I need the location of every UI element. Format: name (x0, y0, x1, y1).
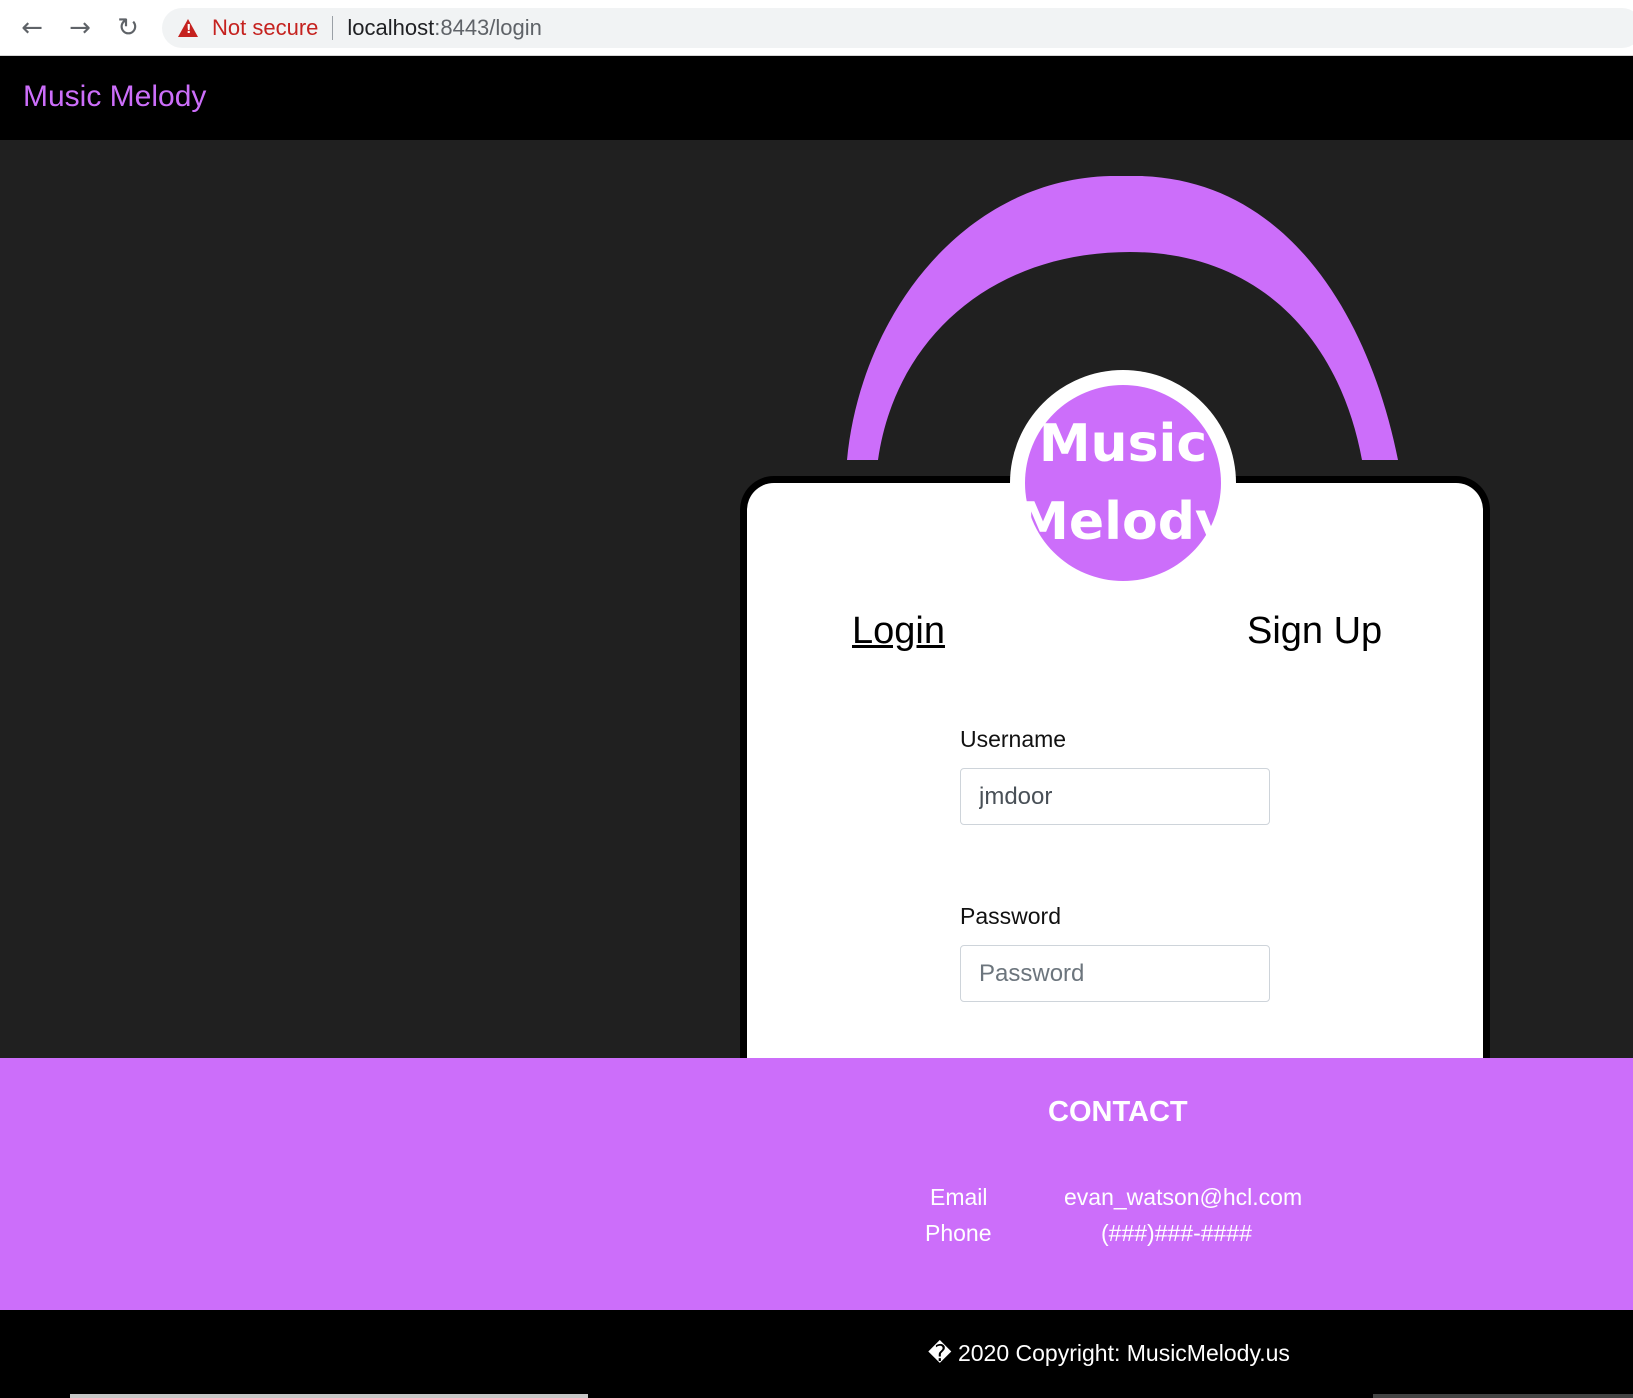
url-path: :8443/login (434, 15, 542, 40)
omnibox-divider (332, 16, 334, 40)
tab-login[interactable]: Login (852, 610, 945, 653)
reload-icon[interactable]: ↻ (110, 10, 146, 46)
copyright-bar: � 2020 Copyright: MusicMelody.us (0, 1310, 1633, 1398)
contact-title: CONTACT (1048, 1096, 1188, 1128)
app-navbar: Music Melody (0, 56, 1633, 140)
horizontal-scrollbar-thumb[interactable] (70, 1394, 588, 1398)
username-input[interactable] (960, 768, 1270, 825)
phone-value: (###)###-#### (1101, 1220, 1252, 1246)
contact-footer: CONTACT Email evan_watson@hcl.com Phone … (0, 1058, 1633, 1310)
main-content: Music Melody Login Sign Up Username Pass… (0, 140, 1633, 1116)
back-arrow-icon[interactable]: ← (14, 10, 50, 46)
music-melody-logo: Music Melody (1017, 385, 1229, 581)
copyright-text: � 2020 Copyright: MusicMelody.us (928, 1340, 1290, 1366)
email-label: Email (930, 1184, 988, 1210)
url-host: localhost (347, 15, 435, 40)
username-label: Username (960, 726, 1067, 752)
forward-arrow-icon[interactable]: → (62, 10, 98, 46)
browser-toolbar: ← → ↻ Not secure localhost:8443/login (0, 0, 1633, 56)
phone-label: Phone (925, 1220, 992, 1246)
security-status[interactable]: Not secure (212, 15, 318, 41)
password-label: Password (960, 903, 1061, 929)
logo-line-2: Melody (1017, 492, 1229, 552)
brand-link[interactable]: Music Melody (23, 80, 206, 114)
address-bar[interactable]: Not secure localhost:8443/login (162, 8, 1633, 48)
email-value: evan_watson@hcl.com (1064, 1184, 1303, 1210)
logo-line-1: Music (1038, 414, 1208, 474)
scrollbar-track-end (1373, 1394, 1633, 1398)
warning-icon (178, 19, 198, 37)
tab-signup[interactable]: Sign Up (1247, 610, 1382, 653)
password-input[interactable] (960, 945, 1270, 1002)
